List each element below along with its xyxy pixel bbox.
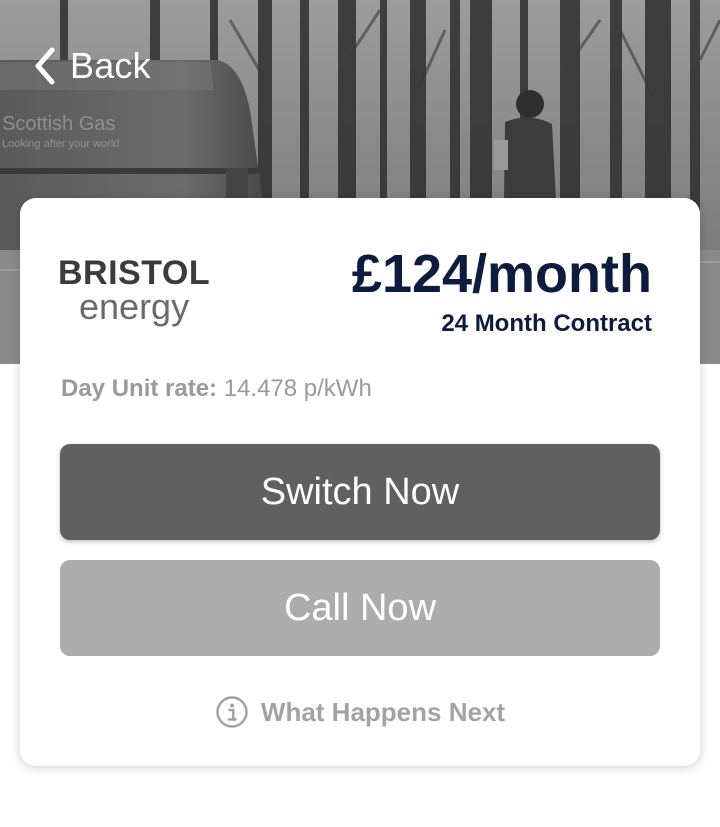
chevron-left-icon — [35, 47, 55, 85]
unit-rate-label: Day Unit rate: — [61, 375, 218, 402]
back-button[interactable]: Back — [30, 40, 151, 92]
supplier-logo: BRISTOL energy — [58, 254, 212, 330]
unit-rate-value: 14.478 p/kWh — [223, 375, 372, 402]
contract-length: 24 Month Contract — [441, 310, 652, 337]
back-label: Back — [70, 45, 151, 86]
svg-text:Scottish Gas: Scottish Gas — [2, 113, 115, 135]
info-icon — [216, 696, 248, 728]
supplier-logo-line2: energy — [79, 286, 190, 327]
what-happens-next-link[interactable]: What Happens Next — [20, 692, 700, 732]
unit-rate: Day Unit rate: 14.478 p/kWh — [61, 373, 372, 405]
call-now-button[interactable]: Call Now — [60, 560, 660, 656]
svg-text:Looking after your world: Looking after your world — [2, 138, 119, 150]
tariff-card: BRISTOL energy £124/month 24 Month Contr… — [20, 198, 700, 766]
switch-now-button[interactable]: Switch Now — [60, 444, 660, 540]
monthly-price: £124/month — [351, 244, 652, 304]
what-happens-next-label: What Happens Next — [260, 697, 506, 727]
